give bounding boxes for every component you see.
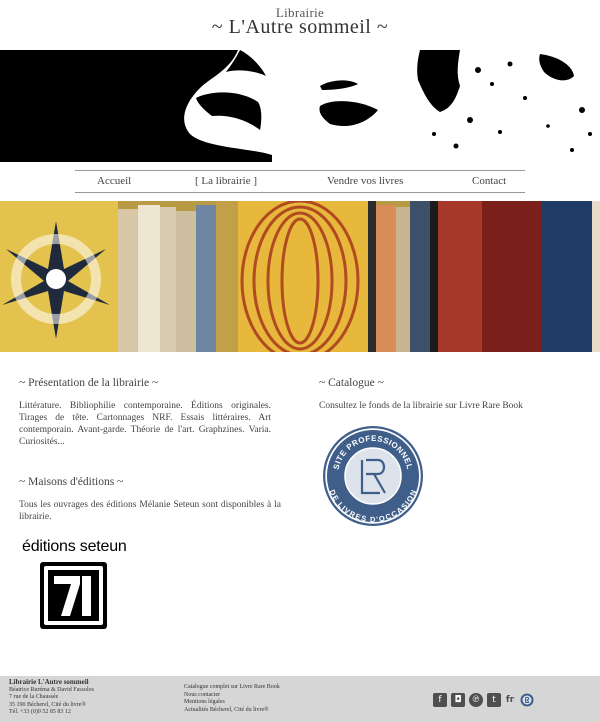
footer-link-mentions[interactable]: Mentions légales — [184, 699, 280, 707]
maisons-heading: ~ Maisons d'éditions ~ — [19, 476, 124, 488]
nav-item-contact[interactable]: Contact — [472, 175, 506, 187]
footer-street: 7 rue de la Chaussée — [9, 694, 59, 701]
footer-links: Catalogue complet sur Livre Rare Book No… — [184, 684, 280, 714]
livre-rare-book-badge[interactable]: SITE PROFESSIONNEL DE LIVRES D'OCCASION — [322, 425, 424, 527]
maisons-text: Tous les ouvrages des éditions Mélanie S… — [19, 500, 281, 522]
footer-link-catalogue[interactable]: Catalogue complet sur Livre Rare Book — [184, 684, 280, 692]
footer-shop-name: Librairie L'Autre sommeil — [9, 678, 89, 686]
nav-item-accueil[interactable]: Accueil — [97, 175, 131, 187]
footer-link-contact[interactable]: Nous contacter — [184, 692, 280, 700]
nav-item-vendre-vos-livres[interactable]: Vendre vos livres — [327, 175, 403, 187]
face-banner-image — [0, 50, 600, 162]
instagram-icon[interactable]: ◘ — [451, 693, 465, 707]
site-header: Librairie ~ L'Autre sommeil ~ — [0, 0, 600, 50]
language-switch-fr[interactable]: fr — [504, 693, 516, 707]
catalogue-heading: ~ Catalogue ~ — [319, 377, 384, 389]
main-nav: Accueil [ La librairie ] Vendre vos livr… — [75, 170, 525, 193]
footer-owners: Béatrice Ruréma & David Fassolos — [9, 686, 94, 693]
facebook-icon[interactable]: f — [433, 693, 447, 707]
footer-phone: Tél. +33 (0)9 52 85 83 12 — [9, 709, 71, 716]
site-footer: Librairie L'Autre sommeil Béatrice Rurém… — [0, 676, 600, 722]
livre-rare-book-footer-icon[interactable] — [520, 693, 534, 707]
catalogue-text[interactable]: Consultez le fonds de la librairie sur L… — [319, 400, 579, 412]
tumblr-icon[interactable]: t — [487, 693, 501, 707]
editions-seteun-logo-text[interactable]: éditions seteun — [22, 538, 127, 556]
books-banner-image — [0, 201, 600, 352]
nav-item-la-librairie[interactable]: [ La librairie ] — [195, 175, 257, 187]
editions-seteun-logo-icon[interactable] — [40, 562, 107, 629]
pinterest-icon[interactable]: ℗ — [469, 693, 483, 707]
presentation-text: Littérature. Bibliophilie contemporaine.… — [19, 401, 271, 447]
footer-link-actualites[interactable]: Actualités Bécherel, Cité du livre® — [184, 707, 280, 715]
site-title[interactable]: ~ L'Autre sommeil ~ — [0, 16, 600, 39]
presentation-heading: ~ Présentation de la librairie ~ — [19, 377, 159, 389]
footer-address: Librairie L'Autre sommeil Béatrice Rurém… — [9, 678, 94, 717]
